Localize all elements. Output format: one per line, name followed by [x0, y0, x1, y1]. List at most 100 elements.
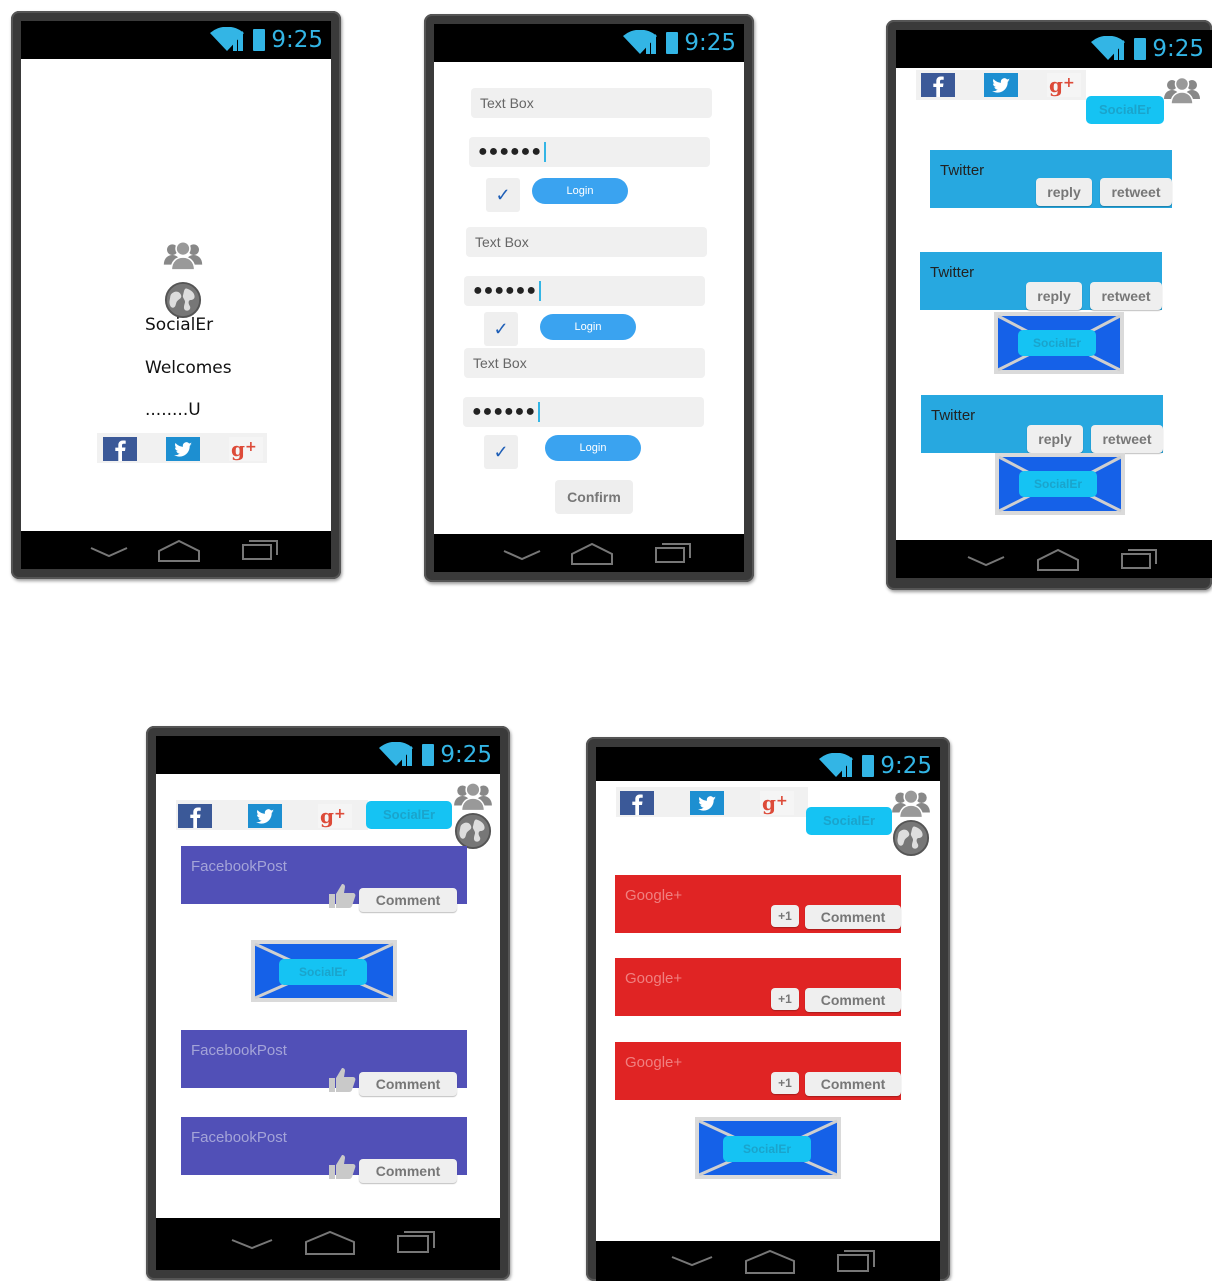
- google-plus-icon[interactable]: [318, 804, 352, 828]
- home-icon: [571, 542, 613, 565]
- login-button[interactable]: Login: [532, 178, 628, 204]
- facebook-icon[interactable]: [103, 437, 137, 461]
- username-field[interactable]: Text Box: [464, 348, 705, 378]
- card-label: FacebookPost: [191, 1129, 287, 1146]
- back-icon: [90, 547, 128, 558]
- twitter-icon[interactable]: [248, 804, 282, 828]
- socialer-button[interactable]: SocialEr: [366, 801, 452, 829]
- retweet-button[interactable]: retweet: [1091, 425, 1163, 453]
- globe-icon: [454, 812, 492, 850]
- battery-icon: [666, 32, 678, 54]
- card-label: Twitter: [930, 264, 975, 281]
- remember-checkbox[interactable]: ✓: [484, 312, 518, 346]
- battery-icon: [1134, 38, 1146, 60]
- socialer-button[interactable]: SocialEr: [806, 807, 892, 835]
- google-plus-icon[interactable]: [229, 437, 263, 461]
- status-bar: 9:25: [896, 30, 1212, 68]
- socialer-button[interactable]: SocialEr: [1018, 330, 1096, 356]
- back-icon: [503, 550, 541, 561]
- home-icon: [1037, 548, 1079, 571]
- back-icon: [967, 556, 1005, 567]
- username-field[interactable]: Text Box: [471, 88, 712, 118]
- retweet-button[interactable]: retweet: [1100, 178, 1172, 206]
- like-icon[interactable]: [327, 1151, 357, 1181]
- socialer-button[interactable]: SocialEr: [1019, 471, 1097, 497]
- google-post-card: Google+ +1 Comment: [615, 875, 901, 933]
- login-button[interactable]: Login: [540, 314, 636, 340]
- users-icon: [452, 780, 494, 812]
- reply-button[interactable]: reply: [1026, 282, 1082, 310]
- socialer-button[interactable]: SocialEr: [1086, 96, 1164, 124]
- status-bar: 9:25: [21, 21, 331, 59]
- twitter-card: Twitter reply retweet: [930, 150, 1172, 208]
- retweet-button[interactable]: retweet: [1090, 282, 1162, 310]
- plus-one-button[interactable]: +1: [771, 1072, 799, 1094]
- status-time: 9:25: [440, 742, 492, 768]
- facebook-icon[interactable]: [921, 73, 955, 97]
- card-label: Google+: [625, 970, 683, 987]
- card-label: Google+: [625, 887, 683, 904]
- globe-icon: [892, 819, 930, 857]
- envelope-banner: SocialEr: [995, 453, 1125, 515]
- password-field[interactable]: ●●●●●●: [464, 276, 705, 306]
- comment-button[interactable]: Comment: [805, 988, 901, 1012]
- confirm-button[interactable]: Confirm: [555, 480, 633, 514]
- back-icon: [231, 1239, 273, 1250]
- battery-icon: [422, 744, 434, 766]
- signal-icon: [378, 742, 416, 766]
- facebook-icon[interactable]: [620, 791, 654, 815]
- nav-bar: [21, 531, 331, 569]
- comment-button[interactable]: Comment: [805, 1072, 901, 1096]
- comment-button[interactable]: Comment: [359, 888, 457, 912]
- password-field[interactable]: ●●●●●●: [469, 137, 710, 167]
- facebook-icon[interactable]: [178, 804, 212, 828]
- google-plus-icon[interactable]: [760, 791, 794, 815]
- card-label: Twitter: [940, 162, 985, 179]
- twitter-card: Twitter reply retweet: [920, 252, 1162, 310]
- socialer-button[interactable]: SocialEr: [279, 959, 367, 985]
- envelope-banner: SocialEr: [994, 312, 1124, 374]
- recents-icon: [1121, 549, 1157, 569]
- recents-icon: [655, 543, 691, 563]
- comment-button[interactable]: Comment: [359, 1159, 457, 1183]
- envelope-banner: SocialEr: [695, 1117, 841, 1179]
- home-icon: [745, 1249, 795, 1274]
- reply-button[interactable]: reply: [1036, 178, 1092, 206]
- twitter-icon[interactable]: [166, 437, 200, 461]
- username-field[interactable]: Text Box: [466, 227, 707, 257]
- splash-title: SocialEr: [145, 315, 214, 335]
- password-mask: ●●●●●●: [472, 403, 536, 420]
- home-icon: [158, 539, 200, 562]
- remember-checkbox[interactable]: ✓: [486, 178, 520, 212]
- login-button[interactable]: Login: [545, 435, 641, 461]
- facebook-feed-screen: SocialEr FacebookPost Comment SocialEr F…: [156, 774, 500, 1218]
- socialer-button[interactable]: SocialEr: [723, 1136, 811, 1162]
- users-icon: [890, 787, 932, 819]
- twitter-icon[interactable]: [984, 73, 1018, 97]
- comment-button[interactable]: Comment: [359, 1072, 457, 1096]
- nav-bar: [434, 534, 744, 572]
- facebook-post-card: FacebookPost Comment: [181, 846, 467, 912]
- remember-checkbox[interactable]: ✓: [484, 435, 518, 469]
- card-label: FacebookPost: [191, 1042, 287, 1059]
- status-time: 9:25: [1152, 36, 1204, 62]
- google-feed-screen: SocialEr Google+ +1 Comment Google+ +1 C…: [596, 781, 940, 1241]
- comment-button[interactable]: Comment: [805, 905, 901, 929]
- plus-one-button[interactable]: +1: [771, 988, 799, 1010]
- phone-splash: 9:25 SocialEr Welcomes ........U: [11, 11, 341, 579]
- status-bar: 9:25: [434, 24, 744, 62]
- like-icon[interactable]: [327, 1064, 357, 1094]
- globe-icon: [164, 281, 202, 319]
- password-field[interactable]: ●●●●●●: [463, 397, 704, 427]
- twitter-icon[interactable]: [690, 791, 724, 815]
- google-plus-icon[interactable]: [1047, 73, 1081, 97]
- google-post-card: Google+ +1 Comment: [615, 1042, 901, 1100]
- battery-icon: [253, 29, 265, 51]
- status-time: 9:25: [684, 30, 736, 56]
- phone-google-feed: 9:25 SocialEr Google+ +1 Comment Google+…: [586, 737, 950, 1281]
- reply-button[interactable]: reply: [1027, 425, 1083, 453]
- splash-welcomes: Welcomes: [145, 358, 232, 378]
- like-icon[interactable]: [327, 880, 357, 910]
- plus-one-button[interactable]: +1: [771, 905, 799, 927]
- recents-icon: [837, 1250, 875, 1272]
